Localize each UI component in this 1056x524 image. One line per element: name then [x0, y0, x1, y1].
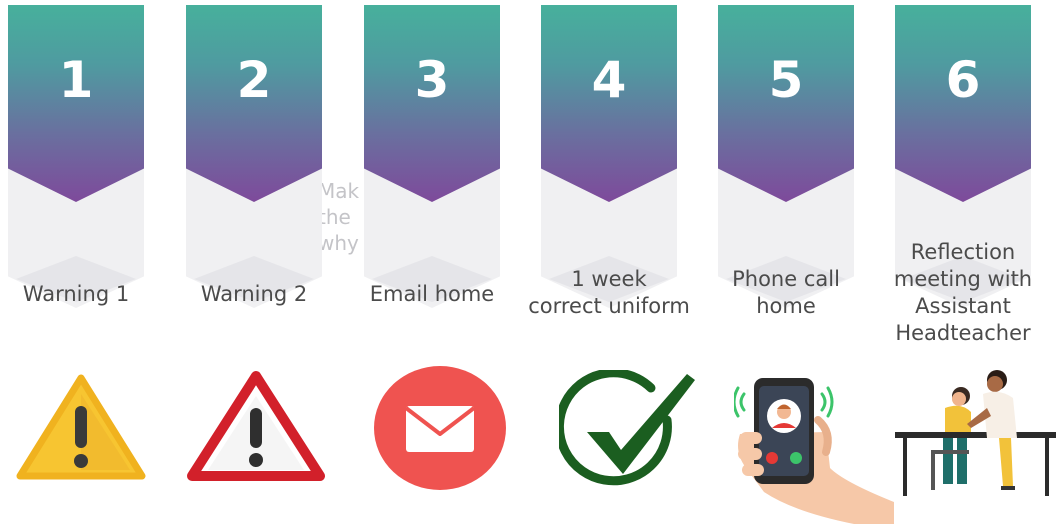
step-label-line: 1 week [571, 267, 647, 291]
step-number: 3 [414, 51, 450, 109]
faded-text-line: Mak [318, 179, 360, 203]
step-label-line: Headteacher [895, 321, 1031, 345]
step-label-line: home [756, 294, 816, 318]
step-number: 2 [236, 51, 272, 109]
step-number: 1 [58, 51, 94, 109]
step-label-line: Warning 2 [200, 282, 308, 306]
step-number: 6 [945, 51, 981, 109]
step-label: Phone call home [706, 266, 866, 320]
step-label: Warning 2 [174, 281, 334, 308]
step-label: Reflection meeting with Assistant Headte… [883, 239, 1043, 347]
step-3: 3 Email home [364, 0, 506, 524]
step-number: 4 [591, 51, 627, 109]
faded-text-line: why [318, 231, 359, 255]
step-label-line: Phone call [732, 267, 840, 291]
step-1: 1 Warning 1 [8, 0, 146, 524]
warning-triangle-red-icon [187, 371, 325, 481]
faded-text-line: the [318, 205, 351, 229]
step-6: 6 Reflection meeting with Assistant Head… [894, 0, 1056, 524]
step-4: 4 1 week correct uniform [528, 0, 695, 524]
step-2: 2 Warning 2 [186, 0, 325, 524]
envelope-icon [374, 366, 506, 490]
step-label-line: Warning 1 [22, 282, 130, 306]
checkmark-icon [559, 370, 695, 486]
step-number: 5 [768, 51, 804, 109]
step-label: 1 week correct uniform [515, 266, 703, 320]
step-5: 5 Phone call home [718, 0, 894, 524]
faded-background-text: Mak the why [318, 178, 368, 256]
warning-triangle-yellow-icon [16, 374, 146, 480]
step-label-line: meeting with [893, 267, 1033, 291]
step-label: Warning 1 [0, 281, 156, 308]
step-label-line: correct uniform [528, 294, 690, 318]
meeting-icon [895, 370, 1056, 496]
step-label: Email home [352, 281, 512, 308]
step-label-line: Email home [369, 282, 495, 306]
step-label-line: Reflection [910, 240, 1016, 264]
phone-call-icon [734, 378, 894, 524]
step-label-line: Assistant [915, 294, 1011, 318]
